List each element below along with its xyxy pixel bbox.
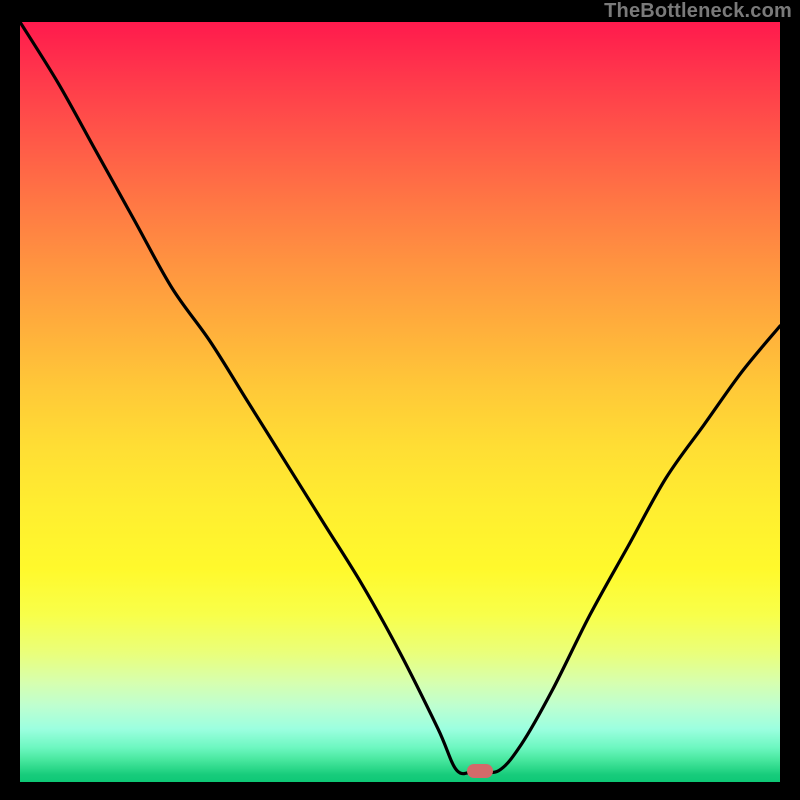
plot-area [20,22,780,782]
chart-frame: TheBottleneck.com [0,0,800,800]
bottleneck-curve [20,22,780,782]
watermark-text: TheBottleneck.com [604,0,792,23]
optimal-marker [467,764,493,778]
